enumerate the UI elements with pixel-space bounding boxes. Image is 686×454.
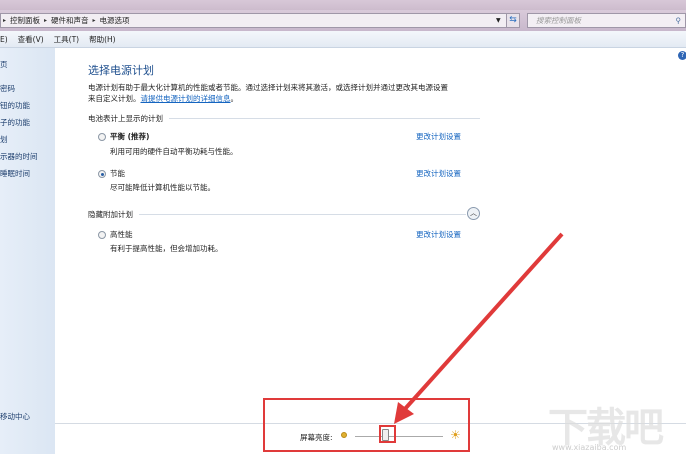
- annotation-arrow: [394, 232, 564, 424]
